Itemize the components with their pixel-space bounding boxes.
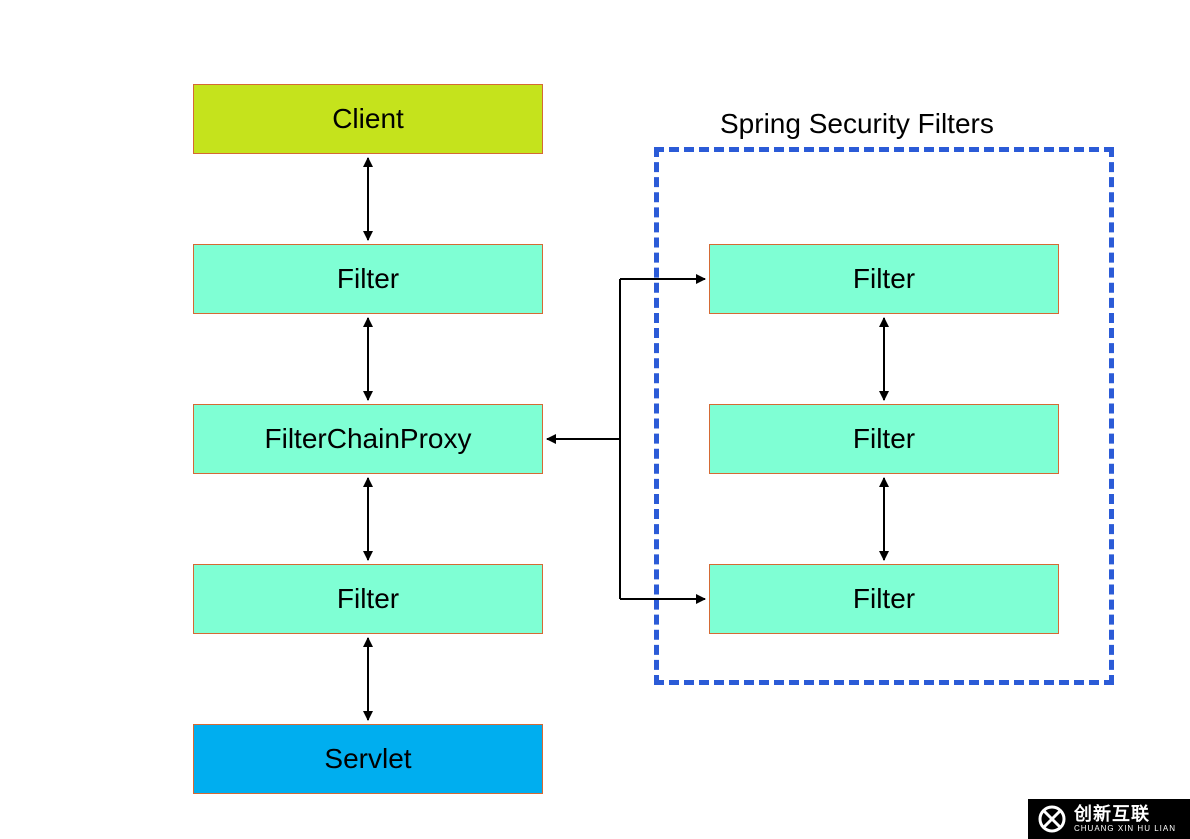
- security-filter3-box: Filter: [709, 564, 1059, 634]
- left-filter1-box: Filter: [193, 244, 543, 314]
- security-filter1-box: Filter: [709, 244, 1059, 314]
- security-filter1-label: Filter: [853, 263, 915, 295]
- security-filter2-label: Filter: [853, 423, 915, 455]
- servlet-box: Servlet: [193, 724, 543, 794]
- left-filter2-box: Filter: [193, 564, 543, 634]
- footer-brand-en: CHUANG XIN HU LIAN: [1074, 825, 1176, 833]
- left-filter2-label: Filter: [337, 583, 399, 615]
- filter-chain-proxy-label: FilterChainProxy: [265, 423, 472, 455]
- footer-brand-cn: 创新互联: [1074, 805, 1176, 823]
- footer-brand-logo: 创新互联 CHUANG XIN HU LIAN: [1028, 799, 1190, 839]
- client-label: Client: [332, 103, 404, 135]
- client-box: Client: [193, 84, 543, 154]
- security-filter3-label: Filter: [853, 583, 915, 615]
- servlet-label: Servlet: [324, 743, 411, 775]
- security-filter2-box: Filter: [709, 404, 1059, 474]
- security-title-text: Spring Security Filters: [720, 108, 994, 139]
- filter-chain-proxy-box: FilterChainProxy: [193, 404, 543, 474]
- security-filters-title: Spring Security Filters: [720, 108, 994, 140]
- diagram-root: Client Filter FilterChainProxy Filter Se…: [0, 0, 1190, 839]
- logo-mark-icon: [1038, 805, 1066, 833]
- left-filter1-label: Filter: [337, 263, 399, 295]
